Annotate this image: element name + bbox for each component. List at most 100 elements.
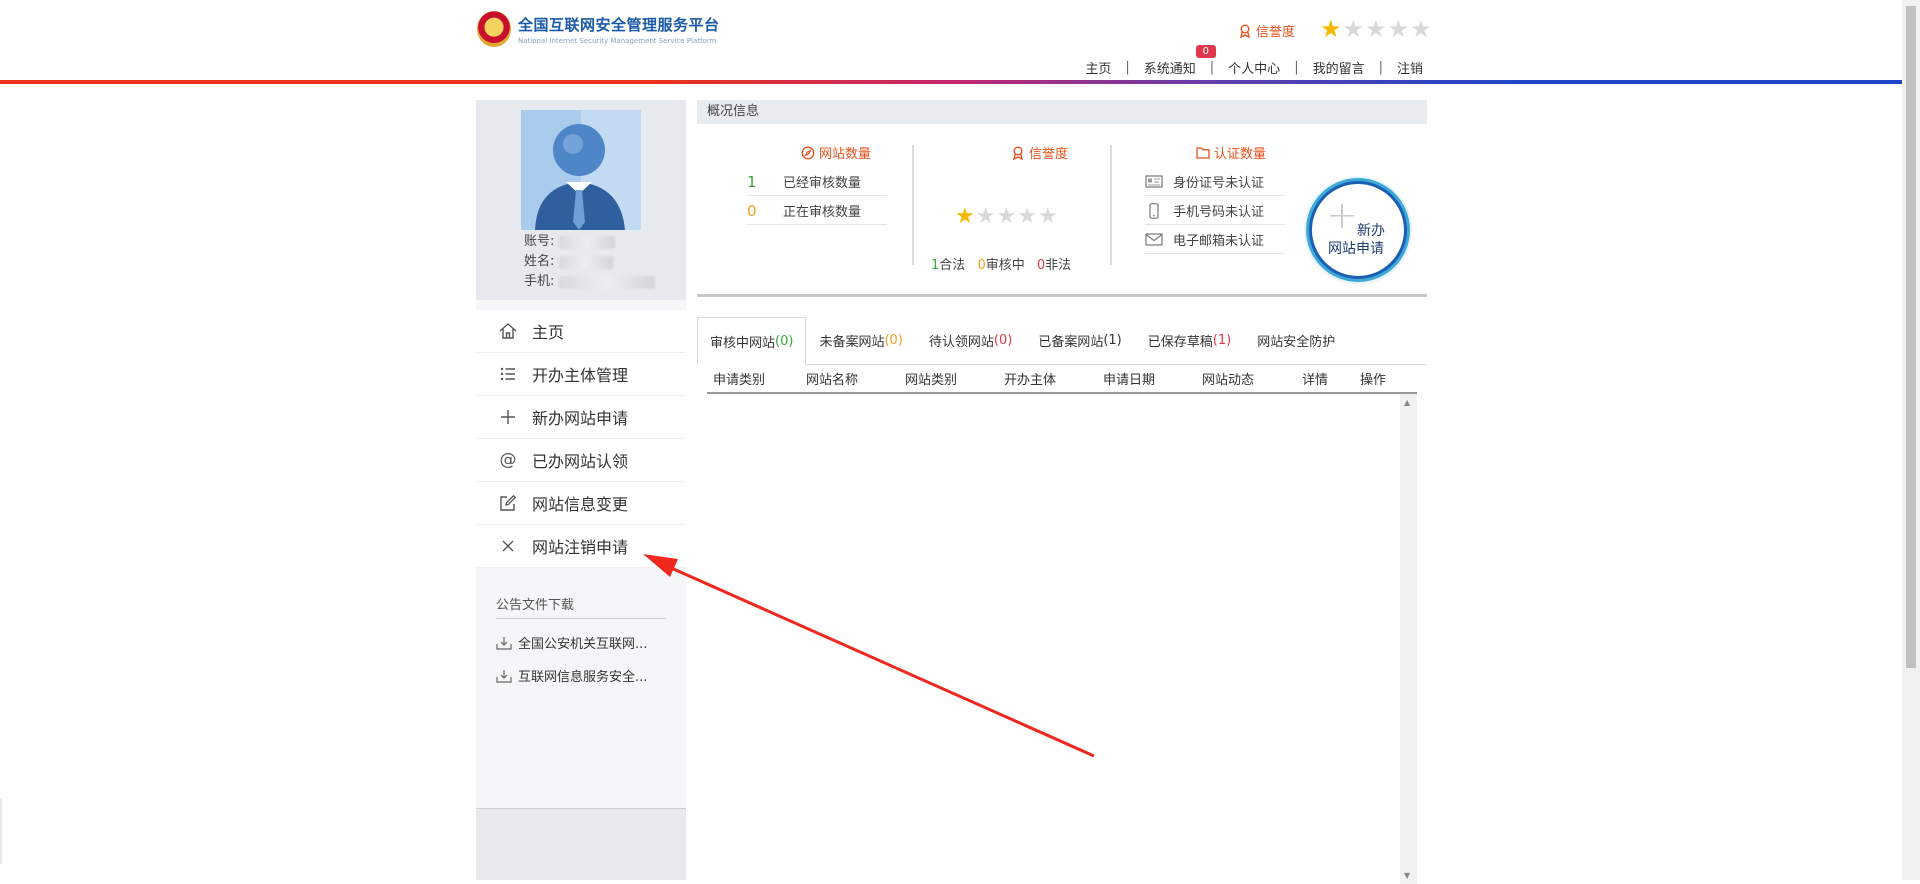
auth-count-title: 认证数量 (1196, 143, 1266, 162)
nav-home[interactable]: 主页 (1085, 58, 1111, 77)
profile-account-label: 账号: (524, 234, 555, 249)
sidebar-footer (476, 808, 686, 880)
id-auth-row[interactable]: 身份证号未认证 (1145, 168, 1285, 196)
logo-title-cn: 全国互联网安全管理服务平台 (518, 15, 720, 34)
reviewed-count-row: 1 已经审核数量 (747, 168, 887, 196)
sidebar-item-cancel-site[interactable]: 网站注销申请 (476, 525, 686, 568)
overview-divider (1110, 145, 1112, 265)
nav-my-messages[interactable]: 我的留言 (1313, 58, 1365, 77)
sidebar-item-change-info[interactable]: 网站信息变更 (476, 482, 686, 525)
profile-name-label: 姓名: (524, 254, 555, 269)
sidebar-item-label: 已办网站认领 (532, 452, 629, 471)
tab-unclaimed-sites[interactable]: 待认领网站 (0) (916, 317, 1025, 364)
legal-label: 合法 (939, 258, 966, 273)
download-icon (496, 669, 512, 683)
new-site-application-button[interactable]: + 新办 网站申请 (1309, 181, 1407, 279)
illegal-label: 非法 (1045, 258, 1072, 273)
nav-system-notice[interactable]: 系统通知 0 (1144, 45, 1216, 77)
downloads-panel: 公告文件下载 全国公安机关互联网... 互联网信息服务安全... (496, 594, 666, 685)
star-filled-icon: ★ (1320, 15, 1342, 43)
reviewed-count: 1 (747, 172, 757, 191)
mail-icon (1145, 233, 1163, 246)
phone-auth-label: 手机号码未认证 (1173, 205, 1265, 220)
tab-count: (1) (1212, 333, 1232, 348)
email-auth-row[interactable]: 电子邮箱未认证 (1145, 226, 1285, 254)
sidebar-item-claim-site[interactable]: @ 已办网站认领 (476, 439, 686, 482)
reviewing-count: 0 (747, 201, 757, 220)
table-header: 申请类别 网站名称 网站类别 开办主体 申请日期 网站动态 详情 操作 (707, 365, 1417, 394)
profile-account-row: 账号: (524, 232, 655, 252)
tab-saved-drafts[interactable]: 已保存草稿 (1) (1135, 317, 1244, 364)
scroll-up-icon[interactable]: ▲ (1404, 398, 1410, 407)
nav-personal-center[interactable]: 个人中心 (1228, 58, 1280, 77)
redacted-account (559, 235, 616, 249)
star-empty-icon: ★ (1037, 204, 1058, 229)
header-credit-stars: ★ ★ ★ ★ ★ (1320, 17, 1432, 41)
tab-count: (1) (1103, 333, 1122, 348)
plus-icon: + (1326, 193, 1358, 237)
nav-separator: | (1378, 60, 1383, 75)
new-site-button-line2: 网站申请 (1328, 241, 1384, 257)
column-header: 申请日期 (1103, 373, 1156, 388)
star-empty-icon: ★ (1017, 204, 1037, 229)
nav-separator: | (1125, 60, 1130, 75)
nav-separator: | (1294, 60, 1299, 75)
sidebar-item-label: 主页 (532, 323, 565, 342)
sidebar-item-label: 网站注销申请 (532, 538, 629, 557)
overview-title: 概况信息 (697, 100, 1427, 124)
redacted-name (559, 255, 614, 269)
tab-label: 审核中网站 (710, 335, 776, 351)
tab-site-security[interactable]: 网站安全防护 (1244, 317, 1348, 364)
award-icon (1013, 146, 1023, 160)
table-scrollbar[interactable]: ▲ ▼ (1400, 394, 1417, 884)
tab-count: (0) (775, 333, 794, 349)
at-icon: @ (499, 450, 517, 470)
nav-separator: | (1209, 60, 1215, 75)
credit-summary: 1合法 0审核中 0非法 (931, 254, 1071, 273)
folder-icon (1196, 147, 1210, 159)
page-scrollbar-thumb[interactable] (1906, 6, 1916, 668)
sidebar-item-entity-management[interactable]: 开办主体管理 (476, 353, 686, 396)
phone-auth-row[interactable]: 手机号码未认证 (1145, 197, 1285, 225)
page-scrollbar[interactable] (1902, 0, 1920, 880)
overview-panel: 网站数量 1 已经审核数量 0 正在审核数量 信誉度 ★ ★ ★ ★ ★ 1合法 0审核… (697, 124, 1427, 290)
header-credit-label: 信誉度 (1256, 25, 1296, 40)
reviewing-count-row: 0 正在审核数量 (747, 197, 887, 225)
user-avatar-icon (521, 110, 641, 230)
sidebar-menu: 主页 开办主体管理 新办网站申请 @ 已办网站认领 网站信息变更 网站注销申请 (476, 310, 686, 568)
sidebar-item-label: 新办网站申请 (532, 409, 629, 428)
new-site-button-line1: 新办 (1357, 223, 1385, 239)
tab-reviewing-sites[interactable]: 审核中网站 (0) (697, 317, 807, 365)
site-logo[interactable]: 全国互联网安全管理服务平台 National Internet Security… (477, 11, 720, 47)
download-link[interactable]: 互联网信息服务安全... (496, 666, 666, 685)
plus-icon (501, 410, 515, 424)
tab-filed-sites[interactable]: 已备案网站 (1) (1025, 317, 1134, 364)
downloads-title: 公告文件下载 (496, 594, 666, 619)
sidebar-item-home[interactable]: 主页 (476, 310, 686, 353)
sidebar: 账号: 姓名: 手机: 主页 开办主体管理 新办网站申请 @ 已办网站认领 网站… (476, 100, 686, 880)
column-header: 开办主体 (1004, 373, 1057, 388)
compass-icon (801, 146, 815, 159)
sidebar-item-new-site[interactable]: 新办网站申请 (476, 396, 686, 439)
tab-unfiled-sites[interactable]: 未备案网站 (0) (806, 317, 915, 364)
column-header: 网站名称 (806, 373, 859, 388)
id-auth-label: 身份证号未认证 (1173, 176, 1265, 191)
tab-label: 已备案网站 (1038, 335, 1104, 350)
profile-name-row: 姓名: (524, 252, 655, 272)
main-content: 概况信息 网站数量 1 已经审核数量 0 正在审核数量 信誉度 ★★★★ (697, 100, 1427, 884)
download-link[interactable]: 全国公安机关互联网... (496, 633, 666, 652)
reviewing-count-label: 正在审核数量 (783, 205, 862, 220)
nav-logout[interactable]: 注销 (1397, 58, 1423, 77)
scroll-down-icon[interactable]: ▼ (1404, 871, 1410, 880)
column-header: 详情 (1302, 373, 1329, 388)
header: 全国互联网安全管理服务平台 National Internet Security… (0, 0, 1920, 84)
tab-label: 网站安全防护 (1257, 335, 1336, 350)
star-empty-icon: ★ (975, 204, 996, 229)
column-header: 操作 (1360, 373, 1387, 388)
tab-label: 已保存草稿 (1147, 335, 1213, 350)
tab-count: (0) (884, 333, 903, 348)
mobile-phone-icon (1149, 202, 1159, 219)
star-empty-icon: ★ (1387, 15, 1410, 43)
edge-handle (0, 798, 2, 864)
star-empty-icon: ★ (1365, 15, 1387, 43)
